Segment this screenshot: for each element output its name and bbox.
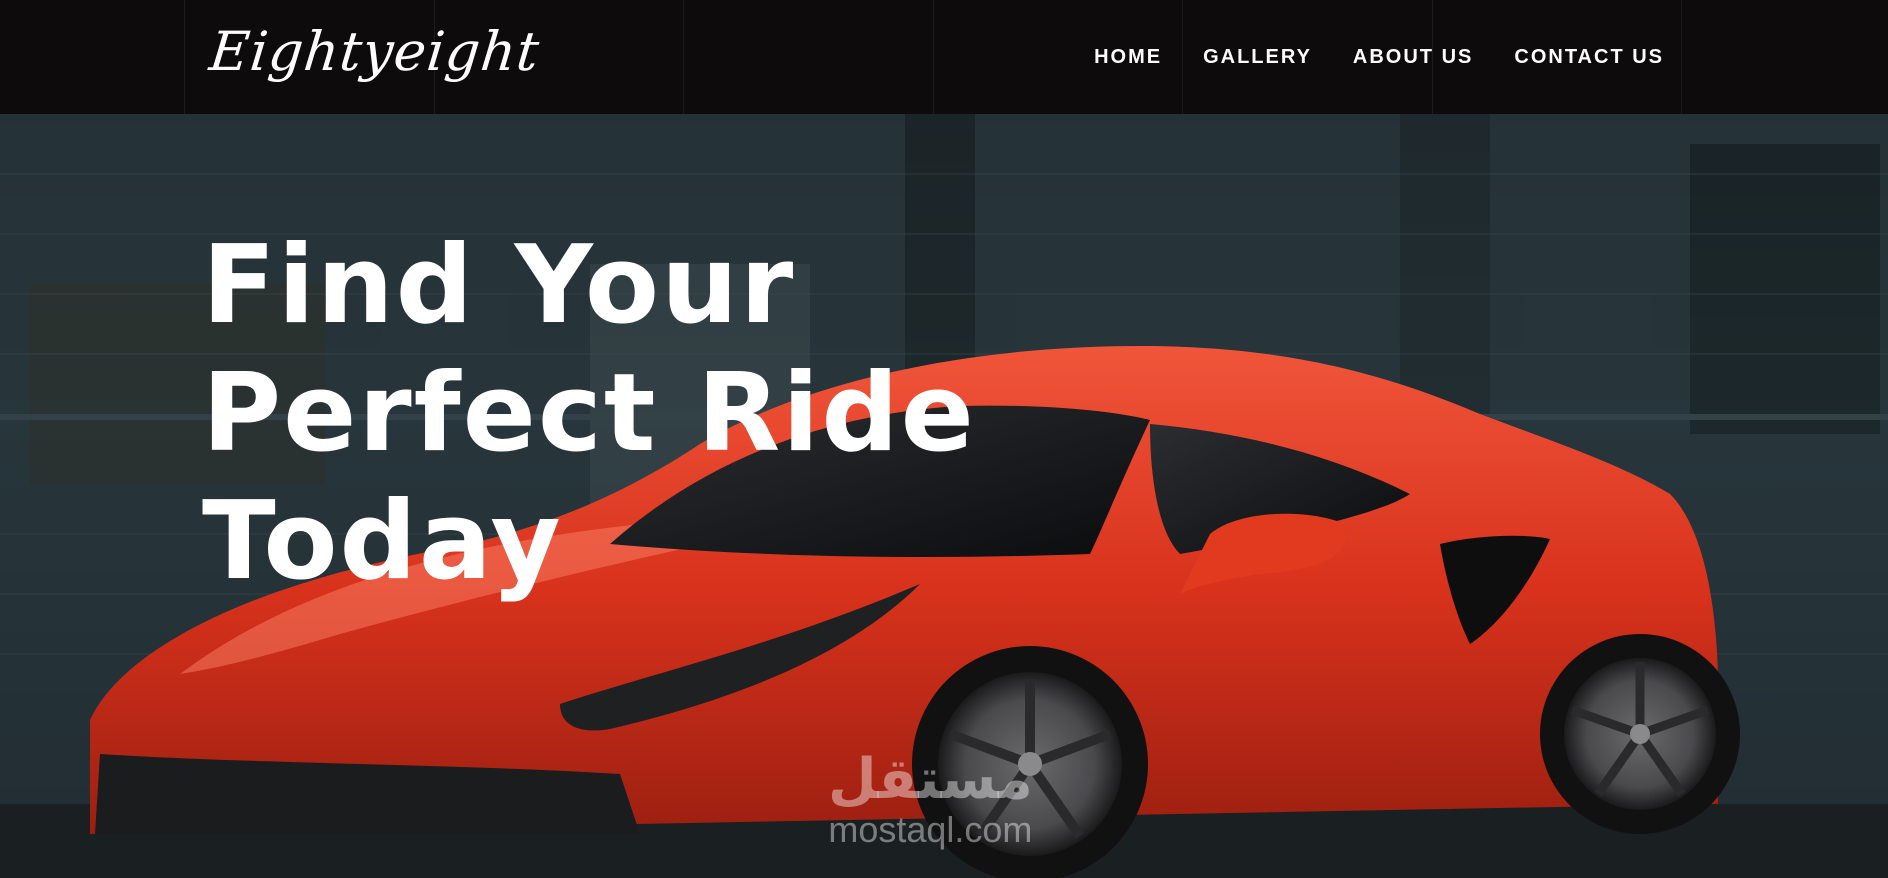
nav-gallery-link[interactable]: GALLERY <box>1203 46 1312 69</box>
watermark-url: mostaql.com <box>828 809 1033 850</box>
headline-line: Find Your <box>202 223 796 348</box>
nav-home-link[interactable]: HOME <box>1094 46 1162 69</box>
landing-page: Eightyeight HOME GALLERY ABOUT US CONTAC… <box>0 0 1888 878</box>
nav-grid-line <box>1681 0 1682 114</box>
top-navbar: Eightyeight HOME GALLERY ABOUT US CONTAC… <box>0 0 1888 114</box>
headline-line: Today <box>202 479 563 604</box>
nav-grid-line <box>933 0 934 114</box>
mostaql-watermark: مستقل mostaql.com <box>828 750 1033 850</box>
hero-section: Find Your Perfect Ride Today مستقل mosta… <box>0 114 1888 878</box>
headline-line: Perfect Ride <box>202 351 976 476</box>
site-logo[interactable]: Eightyeight <box>207 20 543 83</box>
nav-grid-line <box>184 0 185 114</box>
nav-about-link[interactable]: ABOUT US <box>1353 46 1473 69</box>
main-nav: HOME GALLERY ABOUT US CONTACT US <box>1094 46 1664 69</box>
watermark-logo: مستقل <box>828 747 1033 812</box>
nav-grid-line <box>683 0 684 114</box>
hero-headline: Find Your Perfect Ride Today <box>202 222 1002 606</box>
nav-contact-link[interactable]: CONTACT US <box>1514 46 1664 69</box>
